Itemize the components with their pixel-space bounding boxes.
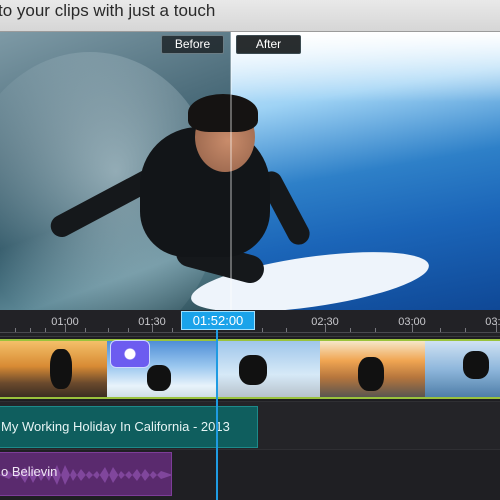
header-title: to your clips with just a touch <box>0 1 216 20</box>
clip-figure <box>147 365 171 391</box>
video-clip[interactable] <box>320 339 425 399</box>
ruler-tick <box>440 328 441 332</box>
video-clip[interactable] <box>217 339 320 399</box>
before-button[interactable]: Before <box>161 35 224 54</box>
video-clip[interactable] <box>425 339 500 399</box>
ruler-baseline <box>0 332 500 333</box>
ruler-label: 01:30 <box>138 316 166 328</box>
clip-figure <box>358 357 384 391</box>
ruler-tick <box>108 328 109 332</box>
ruler-tick <box>128 328 129 332</box>
playhead-time[interactable]: 01:52:00 <box>181 311 255 330</box>
clip-figure <box>239 355 267 385</box>
ruler-label: 02:30 <box>311 316 339 328</box>
ruler-tick <box>45 328 46 332</box>
ruler-tick <box>350 328 351 332</box>
ruler-tick <box>30 328 31 332</box>
before-after-divider[interactable] <box>230 32 232 310</box>
video-editor: to your clips with just a touch Before A… <box>0 0 500 500</box>
audio-clip[interactable]: o Believin <box>0 452 172 496</box>
ruler-tick <box>15 328 16 332</box>
video-track[interactable] <box>0 337 500 401</box>
ruler-label: 01:00 <box>51 316 79 328</box>
ruler-tick <box>85 328 86 332</box>
after-button[interactable]: After <box>236 35 301 54</box>
ruler-label: 03:3 <box>485 316 500 328</box>
ruler-tick <box>286 328 287 332</box>
ruler-tick <box>172 328 173 332</box>
title-clip[interactable]: My Working Holiday In California - 2013 <box>0 406 258 448</box>
ruler-label: 03:00 <box>398 316 426 328</box>
clip-figure <box>50 349 72 389</box>
title-track[interactable]: My Working Holiday In California - 2013 <box>0 401 500 449</box>
audio-track[interactable]: o Believin <box>0 449 500 500</box>
playhead-line[interactable] <box>216 329 218 500</box>
surfer-hair <box>188 94 258 132</box>
ruler-tick <box>262 328 263 332</box>
video-clip[interactable] <box>0 339 107 399</box>
audio-clip-label: o Believin <box>1 464 58 479</box>
preview-panel[interactable]: Before After <box>0 32 500 310</box>
ruler-tick <box>465 328 466 332</box>
clip-figure <box>463 351 489 379</box>
header-banner: to your clips with just a touch <box>0 0 500 32</box>
effect-icon[interactable] <box>110 340 150 368</box>
ruler-tick <box>375 328 376 332</box>
